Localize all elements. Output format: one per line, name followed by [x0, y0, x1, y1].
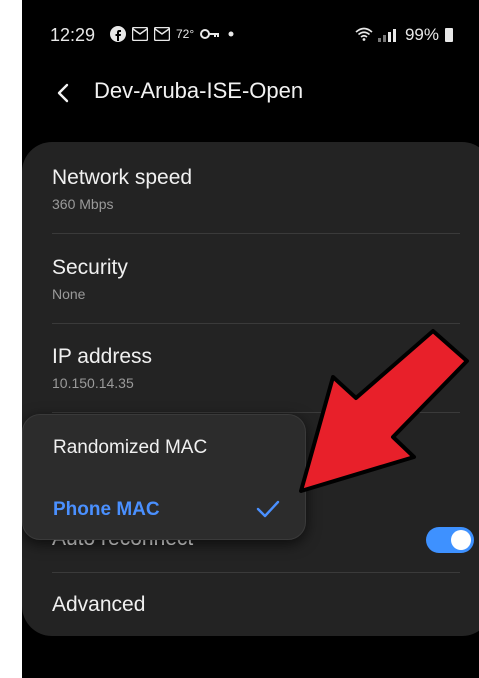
battery-percent: 99%	[404, 25, 439, 44]
auto-reconnect-toggle[interactable]	[426, 527, 474, 553]
menu-option-phone-mac[interactable]: Phone MAC	[53, 499, 160, 521]
toggle-knob	[451, 530, 471, 550]
advanced-label: Advanced	[52, 593, 146, 616]
key-icon	[200, 29, 220, 39]
divider	[52, 233, 460, 234]
menu-option-randomized-mac[interactable]: Randomized MAC	[53, 437, 207, 459]
network-speed-value: 360 Mbps	[52, 196, 114, 212]
notification-icons: 72°	[110, 26, 236, 42]
network-speed-row: Network speed 360 Mbps	[52, 166, 460, 212]
phone-screen: 12:29 72° 99% Dev-Aruba-ISE-Open Network…	[22, 0, 479, 678]
status-time: 12:29	[50, 25, 96, 45]
app-header: Dev-Aruba-ISE-Open	[22, 72, 479, 116]
divider	[52, 572, 460, 573]
security-label: Security	[52, 256, 128, 279]
gmail-icon	[154, 27, 170, 41]
ip-address-value: 10.150.14.35	[52, 375, 134, 391]
security-value: None	[52, 286, 86, 302]
checkmark-icon	[256, 500, 280, 518]
facebook-icon	[110, 26, 126, 42]
ip-address-row: IP address 10.150.14.35	[52, 345, 460, 391]
signal-icon	[377, 29, 396, 42]
weather-temperature: 72°	[176, 27, 195, 41]
mac-type-menu: Randomized MAC Phone MAC	[22, 414, 306, 540]
back-icon[interactable]	[52, 78, 76, 108]
divider	[52, 412, 460, 413]
status-bar: 12:29 72° 99%	[22, 0, 479, 70]
wifi-icon	[355, 27, 373, 41]
ip-address-label: IP address	[52, 345, 153, 368]
divider	[52, 323, 460, 324]
network-details-card: Network speed 360 Mbps Security None IP …	[22, 142, 479, 636]
page-title: Dev-Aruba-ISE-Open	[94, 78, 304, 103]
dot-icon	[228, 31, 234, 37]
status-right-group: 99%	[355, 25, 439, 45]
battery-icon	[445, 28, 453, 42]
network-speed-label: Network speed	[52, 166, 193, 189]
advanced-row[interactable]: Advanced	[52, 593, 460, 617]
security-row: Security None	[52, 256, 460, 302]
gmail-icon	[132, 27, 148, 41]
